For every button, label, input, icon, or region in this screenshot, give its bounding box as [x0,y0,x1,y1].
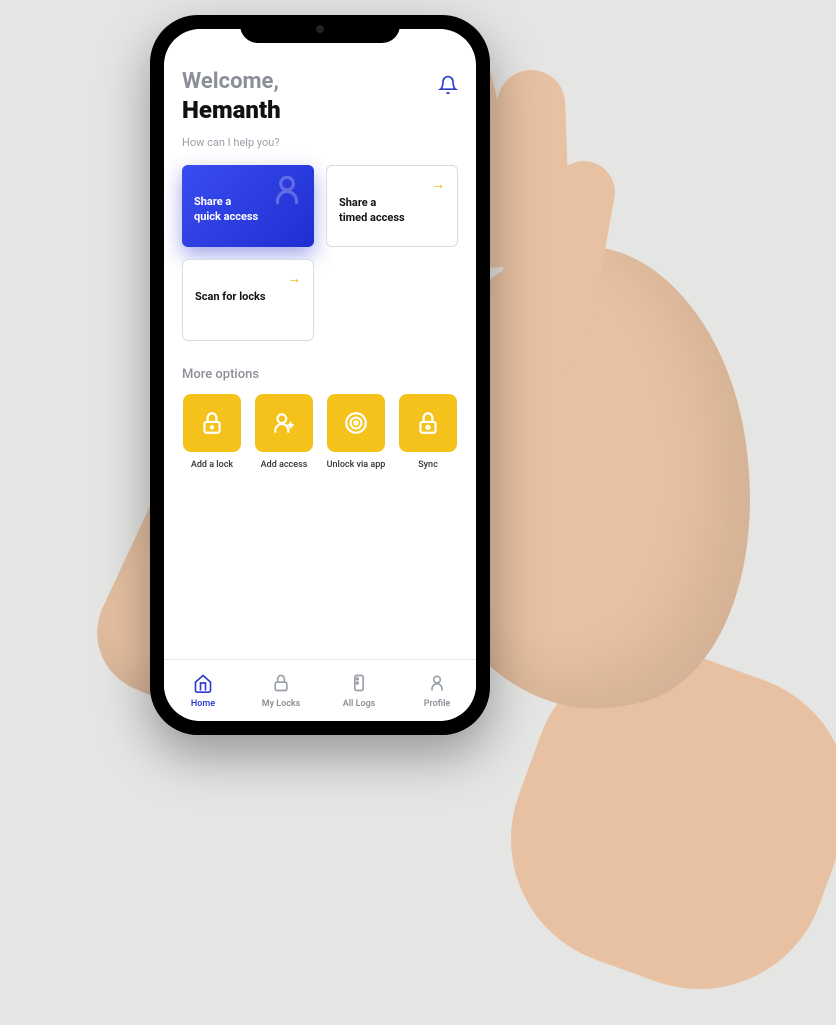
target-icon [327,394,385,452]
user-icon [268,171,306,209]
bottom-nav: Home My Locks All Logs Profile [164,659,476,721]
nav-label: All Logs [320,699,398,709]
add-access-option[interactable]: Add access [254,394,314,470]
option-label: Add access [254,460,314,470]
share-quick-access-card[interactable]: Share a quick access [182,165,314,247]
app-screen: Welcome, Hemanth How can I help you? Sha… [164,29,476,721]
add-a-lock-option[interactable]: Add a lock [182,394,242,470]
card-label-line1: Share a [339,196,376,209]
arrow-right-icon: → [287,270,301,289]
option-label: Unlock via app [326,460,386,470]
option-label: Add a lock [182,460,242,470]
lock-sync-icon [399,394,457,452]
arrow-right-icon: → [431,176,445,195]
unlock-via-app-option[interactable]: Unlock via app [326,394,386,470]
nav-all-logs[interactable]: All Logs [320,673,398,709]
card-label-line2: timed access [339,211,405,224]
phone-notch [240,15,400,43]
subtitle-text: How can I help you? [182,136,458,149]
nav-label: My Locks [242,699,320,709]
scan-for-locks-card[interactable]: → Scan for locks [182,259,314,341]
username-text: Hemanth [182,96,281,124]
nav-home[interactable]: Home [164,673,242,709]
user-plus-icon [255,394,313,452]
share-timed-access-card[interactable]: → Share a timed access [326,165,458,247]
option-label: Sync [398,460,458,470]
more-options-title: More options [182,367,458,382]
lock-icon [271,673,291,693]
more-options-grid: Add a lock Add access Unlock via app [182,394,458,470]
phone-frame: Welcome, Hemanth How can I help you? Sha… [150,15,490,735]
welcome-text: Welcome, [182,69,281,94]
card-label-line1: Share a [194,195,231,208]
card-label-line2: quick access [194,210,258,223]
nav-label: Home [164,699,242,709]
home-icon [193,673,213,693]
sync-option[interactable]: Sync [398,394,458,470]
nav-my-locks[interactable]: My Locks [242,673,320,709]
profile-icon [427,673,447,693]
lock-plus-icon [183,394,241,452]
card-label-line1: Scan for locks [195,290,266,303]
action-cards: Share a quick access → Share a timed acc… [182,165,458,341]
nav-label: Profile [398,699,476,709]
bell-icon[interactable] [438,75,458,95]
nav-profile[interactable]: Profile [398,673,476,709]
logs-icon [349,673,369,693]
